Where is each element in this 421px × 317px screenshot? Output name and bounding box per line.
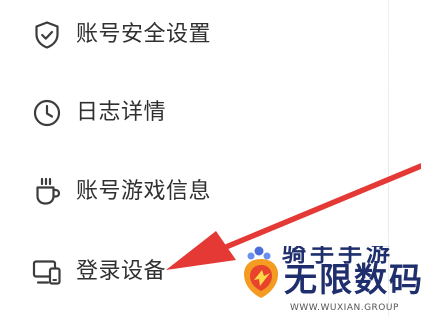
menu-item-label: 账号游戏信息 bbox=[76, 179, 212, 204]
menu-item-label: 日志详情 bbox=[76, 100, 167, 125]
watermark-brand-text: 无限数码 bbox=[284, 260, 421, 299]
clock-icon bbox=[31, 97, 63, 129]
menu-item-account-security[interactable]: 账号安全设置 bbox=[0, 6, 388, 64]
login-devices-icon bbox=[31, 256, 63, 288]
coffee-cup-icon bbox=[31, 176, 63, 208]
menu-item-log-details[interactable]: 日志详情 bbox=[0, 84, 388, 142]
menu-item-account-game-info[interactable]: 账号游戏信息 bbox=[0, 163, 388, 221]
watermark-logo-icon bbox=[244, 246, 278, 298]
menu-item-label: 登录设备 bbox=[76, 259, 167, 284]
watermark-url: WWW.WUXIAN.GROUP bbox=[290, 303, 399, 313]
screenshot-stage: 账号安全设置 日志详情 账号游戏信息 登录设备 骑手手游 无限数码 WWW.WU… bbox=[0, 0, 421, 317]
watermark: 骑手手游 无限数码 WWW.WUXIAN.GROUP bbox=[232, 240, 421, 317]
menu-item-label: 账号安全设置 bbox=[76, 22, 212, 47]
shield-check-icon bbox=[31, 19, 63, 51]
